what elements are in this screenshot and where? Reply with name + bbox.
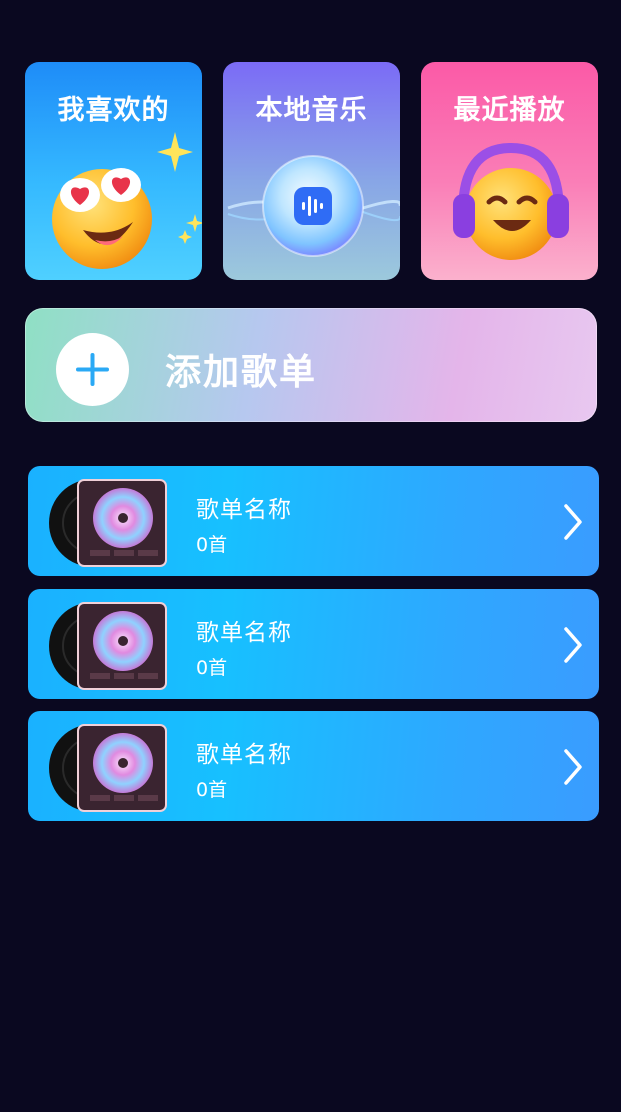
- add-playlist-button[interactable]: [56, 333, 129, 406]
- playlist-count: 0首: [196, 657, 228, 679]
- album-cover-icon: [49, 479, 167, 567]
- plus-icon: [76, 353, 109, 386]
- favorites-card[interactable]: 我喜欢的: [25, 62, 202, 280]
- playlist-row[interactable]: 歌单名称 0首: [28, 711, 599, 821]
- playlist-row[interactable]: 歌单名称 0首: [28, 466, 599, 576]
- heart-eyes-emoji-icon: [52, 132, 202, 269]
- add-playlist-banner[interactable]: 添加歌单: [25, 308, 597, 422]
- playlist-row[interactable]: 歌单名称 0首: [28, 589, 599, 699]
- playlist-count: 0首: [196, 779, 228, 801]
- headphone-emoji-icon: [453, 142, 569, 260]
- chevron-right-icon[interactable]: [563, 749, 583, 785]
- recent-play-card[interactable]: 最近播放: [421, 62, 598, 280]
- playlist-count: 0首: [196, 534, 228, 556]
- audio-bubble-icon: [227, 155, 400, 257]
- album-cover-icon: [49, 602, 167, 690]
- playlist-name: 歌单名称: [196, 497, 292, 523]
- chevron-right-icon[interactable]: [563, 504, 583, 540]
- album-cover-icon: [49, 724, 167, 812]
- local-music-card[interactable]: 本地音乐: [223, 62, 400, 280]
- playlist-name: 歌单名称: [196, 742, 292, 768]
- chevron-right-icon[interactable]: [563, 627, 583, 663]
- playlist-name: 歌单名称: [196, 620, 292, 646]
- add-playlist-label: 添加歌单: [165, 352, 318, 393]
